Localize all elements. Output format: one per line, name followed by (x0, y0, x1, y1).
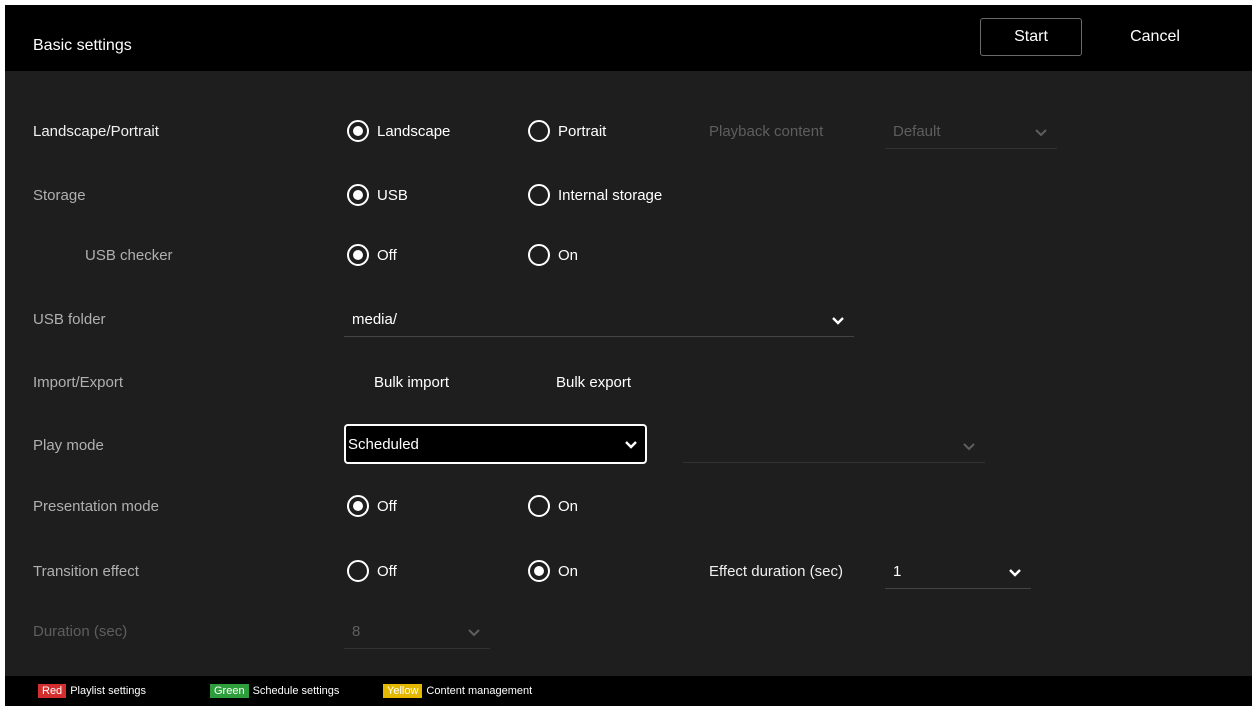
footer-item-yellow: Yellow Content management (383, 684, 532, 698)
duration-dropdown: 8 (344, 615, 490, 649)
chevron-down-icon (623, 436, 639, 452)
radio-usb-checker-off-label: Off (377, 246, 397, 264)
play-mode-dropdown[interactable]: Scheduled (344, 424, 647, 464)
chevron-down-icon (830, 312, 846, 328)
radio-usb-checker-on-label: On (558, 246, 579, 264)
radio-transition-off-label: Off (377, 562, 397, 580)
radio-selected-icon (347, 244, 369, 266)
playback-content-value: Default (893, 123, 941, 140)
storage-label: Storage (33, 187, 86, 204)
radio-selected-icon (347, 495, 369, 517)
presentation-mode-label: Presentation mode (33, 498, 159, 515)
radio-presentation-on[interactable]: On (528, 495, 578, 517)
usb-folder-value: media/ (352, 311, 398, 328)
bulk-import-button[interactable]: Bulk import (374, 374, 449, 391)
radio-presentation-off-label: Off (377, 497, 397, 515)
bulk-export-button[interactable]: Bulk export (556, 374, 631, 391)
footer-item-red: Red Playlist settings (38, 684, 146, 698)
footer-hint-bar: Red Playlist settings Green Schedule set… (5, 676, 1252, 706)
radio-internal-storage-label: Internal storage (558, 186, 663, 204)
yellow-key-tag: Yellow (383, 684, 423, 698)
green-key-tag: Green (210, 684, 249, 698)
radio-transition-on[interactable]: On (528, 560, 578, 582)
radio-portrait[interactable]: Portrait (528, 120, 606, 142)
radio-unselected-icon (347, 560, 369, 582)
radio-usb-checker-off[interactable]: Off (347, 244, 397, 266)
radio-usb[interactable]: USB (347, 184, 408, 206)
play-mode-secondary-dropdown[interactable] (683, 429, 985, 463)
radio-selected-icon (347, 184, 369, 206)
radio-landscape[interactable]: Landscape (347, 120, 450, 142)
chevron-down-icon (1007, 564, 1023, 580)
radio-internal-storage[interactable]: Internal storage (528, 184, 662, 206)
effect-duration-dropdown[interactable]: 1 (885, 555, 1031, 589)
duration-value: 8 (352, 623, 361, 640)
radio-presentation-off[interactable]: Off (347, 495, 397, 517)
radio-usb-checker-on[interactable]: On (528, 244, 578, 266)
chevron-down-icon (466, 624, 482, 640)
footer-item-green: Green Schedule settings (210, 684, 339, 698)
play-mode-label: Play mode (33, 437, 104, 454)
page-title: Basic settings (33, 37, 132, 54)
orientation-label: Landscape/Portrait (33, 123, 159, 140)
radio-usb-label: USB (377, 186, 408, 204)
footer-red-label: Playlist settings (70, 685, 146, 697)
usb-checker-label: USB checker (85, 247, 173, 264)
radio-transition-off[interactable]: Off (347, 560, 397, 582)
radio-landscape-label: Landscape (377, 122, 451, 140)
footer-green-label: Schedule settings (252, 685, 340, 697)
transition-effect-label: Transition effect (33, 563, 139, 580)
radio-selected-icon (528, 560, 550, 582)
playback-content-label: Playback content (709, 123, 824, 140)
chevron-down-icon (1033, 124, 1049, 140)
header-bar: Basic settings Start Cancel (5, 5, 1252, 71)
radio-transition-on-label: On (558, 562, 579, 580)
radio-unselected-icon (528, 184, 550, 206)
radio-portrait-label: Portrait (558, 122, 607, 140)
settings-screen: Basic settings Start Cancel Landscape/Po… (5, 5, 1252, 706)
radio-selected-icon (347, 120, 369, 142)
radio-unselected-icon (528, 244, 550, 266)
usb-folder-label: USB folder (33, 311, 106, 328)
playback-content-dropdown[interactable]: Default (885, 115, 1057, 149)
cancel-button[interactable]: Cancel (1110, 18, 1200, 56)
play-mode-value: Scheduled (348, 435, 419, 453)
red-key-tag: Red (38, 684, 67, 698)
duration-label: Duration (sec) (33, 623, 128, 640)
radio-presentation-on-label: On (558, 497, 579, 515)
footer-yellow-label: Content management (426, 685, 533, 697)
radio-unselected-icon (528, 495, 550, 517)
radio-unselected-icon (528, 120, 550, 142)
start-button[interactable]: Start (980, 18, 1082, 56)
chevron-down-icon (961, 438, 977, 454)
import-export-label: Import/Export (33, 374, 124, 391)
usb-folder-dropdown[interactable]: media/ (344, 303, 854, 337)
effect-duration-label: Effect duration (sec) (709, 563, 843, 580)
effect-duration-value: 1 (893, 563, 902, 580)
